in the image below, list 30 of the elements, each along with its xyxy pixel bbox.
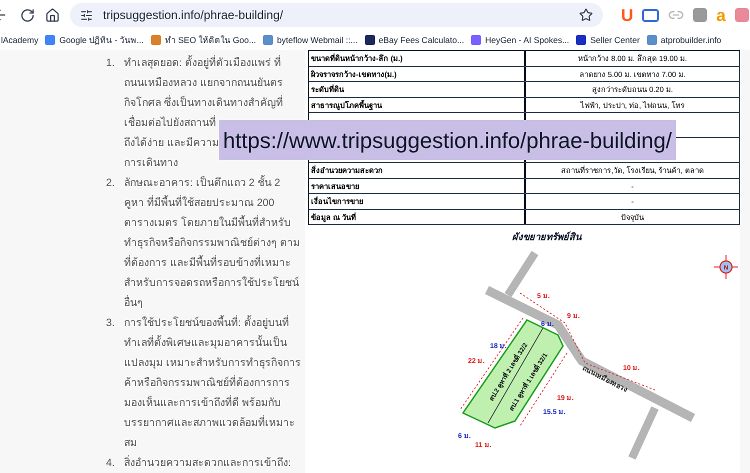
bookmark-link[interactable]: byteflow Webmail ::... xyxy=(276,34,358,46)
bookmark-link[interactable]: atprobuilder.info xyxy=(660,34,722,46)
bookmark-link[interactable]: HeyGen - AI Spokes... xyxy=(485,34,570,46)
list-number: 3. xyxy=(106,316,116,331)
site-settings-icon[interactable] xyxy=(80,8,93,22)
reload-icon[interactable] xyxy=(20,8,35,22)
bookmark-link[interactable]: eBay Fees Calculato... xyxy=(378,34,464,46)
bookmark-link[interactable]: ทำ SEO ให้ติดใน Goo... xyxy=(164,34,256,46)
extension-icon[interactable] xyxy=(642,8,660,22)
list-item-text: สิ่งอำนวยความสะดวกและการเข้าถึง: xyxy=(124,454,291,471)
site-plan-title: ผังขยายทรัพย์สิน xyxy=(512,231,581,245)
url-text: tripsuggestion.info/phrae-building/ xyxy=(103,7,284,24)
home-icon[interactable] xyxy=(45,8,60,22)
list-item-text: การใช้ประโยชน์ของพื้นที่: ตั้งอยู่บนที่ทำเลที่ตั้งพิเศษและมุมอาคารนั้นเป็นแปลงมุม เหมาะสำหรับการทำธุรกิจการค้าหรือกิจกรรมพาณิชย์ที่ต้องการการมองเห็นและการเข้าถึงที่ดี พร้อมกับบรรยากาศและสภาพแวดล้อมที่เหมาะสม xyxy=(124,314,301,451)
list-number: 1. xyxy=(106,56,116,71)
list-item-text: ลักษณะอาคาร: เป็นตึกแถว 2 ชั้น 2 คูหา ที่มีพื้นที่ใช้สอยประมาณ 200 ตารางเมตร โดยภายในมีพื้นที่สำหรับทำธุรกิจหรือกิจกรรมพาณิชย์ต่างๆ ตามที่ต้องการ และมีพื้นที่รอบข้างที่เหมาะสำหรับการจอดรถหรือการใช้ประโยชน์อื่นๆ xyxy=(124,174,301,311)
bookmark-link[interactable]: lAcademy xyxy=(1,34,38,46)
bookmark-link[interactable]: Seller Center xyxy=(590,34,640,46)
list-item-text: การเดินทาง xyxy=(124,156,179,171)
list-item-text: ถนนเหมืองหลวง แยกจากถนนยันตร xyxy=(124,76,283,91)
list-number: 4. xyxy=(106,456,116,471)
list-number: 2. xyxy=(106,176,116,191)
extension-icon[interactable] xyxy=(693,8,708,22)
address-bar[interactable]: tripsuggestion.info/phrae-building/ xyxy=(70,3,603,27)
bookmark-star-icon[interactable] xyxy=(579,8,593,22)
bookmark-link[interactable]: Google ปฏิทิน - วันพ... xyxy=(59,34,144,46)
list-item-text: กิจโกศล ซึ่งเป็นทางเดินทางสำคัญที่ xyxy=(124,94,283,111)
list-item-text: เชื่อมต่อไปยังสถานที่ xyxy=(124,114,217,131)
url-overlay-banner: https://www.tripsuggestion.info/phrae-building/ xyxy=(219,120,676,160)
list-item-text: ทำเลสุดยอด: ตั้งอยู่ที่ตัวเมืองแพร่ ที่ xyxy=(124,54,282,71)
